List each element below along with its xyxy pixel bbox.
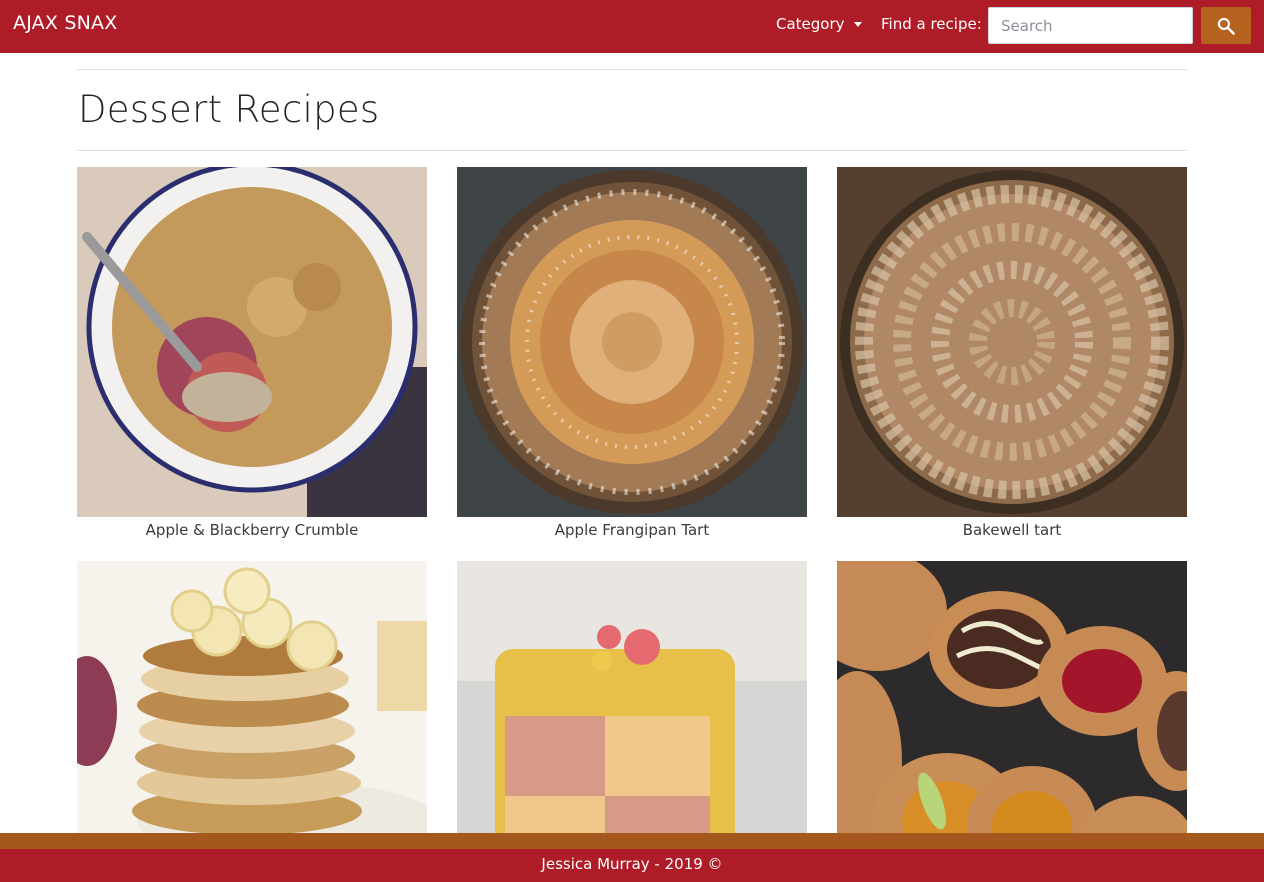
page-title: Dessert Recipes <box>78 88 380 131</box>
recipe-image-apple-tart[interactable] <box>457 167 807 517</box>
recipe-title[interactable]: Apple & Blackberry Crumble <box>77 521 427 539</box>
search-icon <box>1217 17 1235 35</box>
category-label: Category <box>776 15 845 33</box>
find-recipe-label: Find a recipe: <box>881 15 982 33</box>
footer-text: Jessica Murray - 2019 © <box>541 855 723 873</box>
recipe-title[interactable]: Apple Frangipan Tart <box>457 521 807 539</box>
recipe-image-crumble[interactable] <box>77 167 427 517</box>
recipe-title[interactable]: Bakewell tart <box>837 521 1187 539</box>
chevron-down-icon <box>853 21 862 27</box>
brand-logo[interactable]: AJAX SNAX <box>13 12 117 34</box>
footer-stripe <box>0 833 1264 849</box>
divider-bottom <box>77 150 1187 151</box>
footer: Jessica Murray - 2019 © <box>0 849 1264 882</box>
search-input[interactable] <box>988 7 1193 44</box>
navbar: AJAX SNAX Category Find a recipe: <box>0 0 1264 53</box>
recipe-image-bakewell-tart[interactable] <box>837 167 1187 517</box>
divider-top <box>77 69 1187 70</box>
category-dropdown[interactable]: Category <box>776 15 862 33</box>
search-button[interactable] <box>1201 7 1251 44</box>
